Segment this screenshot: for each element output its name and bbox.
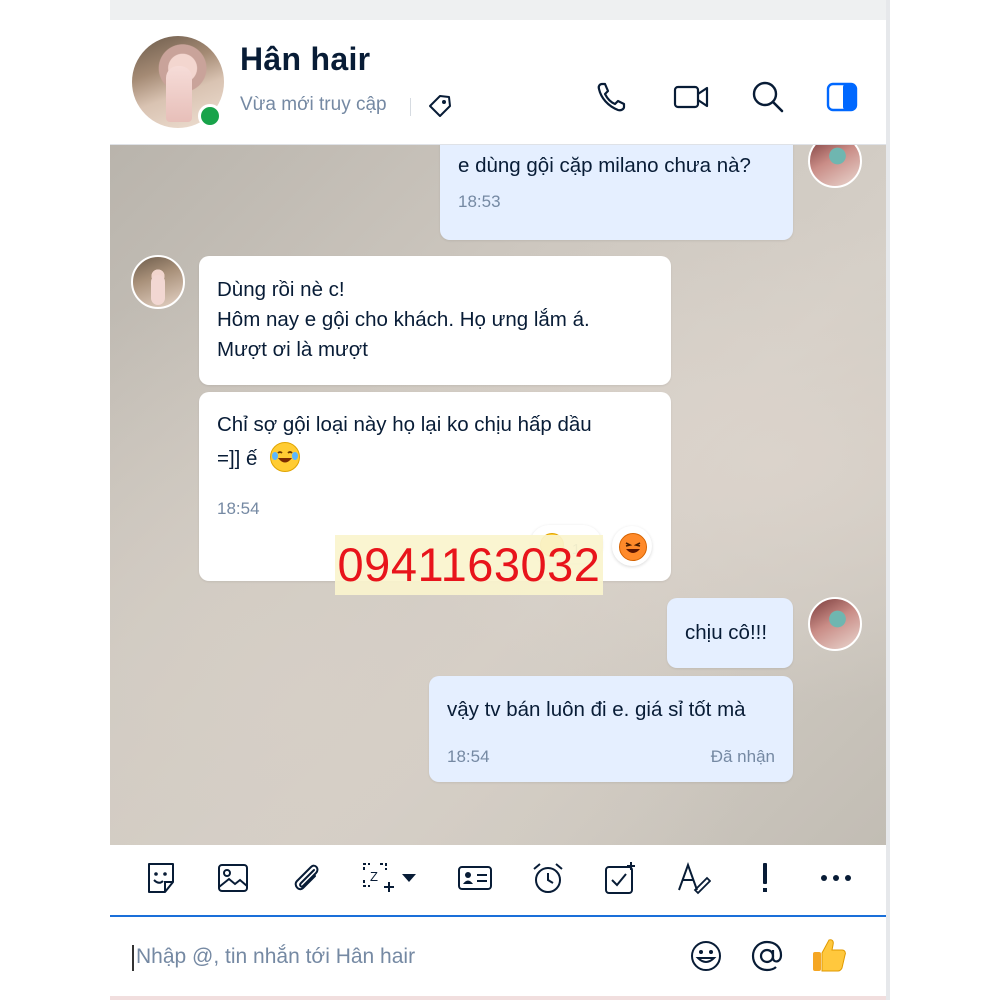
message-bubble-incoming[interactable]: Dùng rồi nè c! Hôm nay e gội cho khách. … <box>199 256 671 385</box>
message-time: 18:53 <box>458 192 501 211</box>
message-bubble-outgoing[interactable]: vậy tv bán luôn đi e. giá sỉ tốt mà 18:5… <box>429 676 793 782</box>
composer-toolbar: Z <box>110 845 886 917</box>
sidebar-toggle-icon[interactable] <box>824 79 860 115</box>
message-text: Chỉ sợ gội loại này họ lại ko chịu hấp d… <box>217 413 592 436</box>
more-icon[interactable] <box>818 860 854 896</box>
chat-header: Hân hair Vừa mới truy cập <box>110 20 886 145</box>
thumbs-up-icon[interactable] <box>810 936 848 974</box>
top-strip <box>110 0 886 20</box>
add-reaction-button[interactable] <box>612 526 652 566</box>
message-text: =]] ế <box>217 447 258 470</box>
message-text: Hôm nay e gội cho khách. Họ ưng lắm á. <box>217 308 590 331</box>
laughing-tears-emoji <box>270 442 300 472</box>
tag-icon[interactable] <box>426 92 454 120</box>
svg-text:Z: Z <box>370 869 378 884</box>
video-call-icon[interactable] <box>673 79 709 115</box>
contact-avatar-small[interactable] <box>131 255 185 309</box>
message-input[interactable]: Nhập @, tin nhắn tới Hân hair <box>136 945 415 969</box>
message-text: vậy tv bán luôn đi e. giá sỉ tốt mà <box>447 698 746 721</box>
phone-icon[interactable] <box>594 79 630 115</box>
sticker-icon[interactable] <box>143 860 179 896</box>
message-composer[interactable]: Nhập @, tin nhắn tới Hân hair <box>110 917 886 1000</box>
screenshot-icon[interactable]: Z <box>360 860 396 896</box>
message-text: chịu cô!!! <box>685 621 768 644</box>
my-avatar[interactable] <box>808 597 862 651</box>
message-text: Mượt ơi là mượt <box>217 338 368 361</box>
online-status-dot <box>198 104 222 128</box>
chat-window: Hân hair Vừa mới truy cập e dùng gội cặp… <box>110 0 886 1000</box>
status-divider <box>410 98 411 116</box>
message-time: 18:54 <box>447 747 490 766</box>
contact-card-icon[interactable] <box>457 860 493 896</box>
search-icon[interactable] <box>750 79 786 115</box>
emoji-icon[interactable] <box>688 938 724 974</box>
message-bubble-outgoing[interactable]: e dùng gội cặp milano chưa nà? 18:53 <box>440 145 793 240</box>
text-format-icon[interactable] <box>675 860 711 896</box>
mention-icon[interactable] <box>749 938 785 974</box>
attachment-icon[interactable] <box>288 860 324 896</box>
text-caret <box>132 945 134 971</box>
message-text: e dùng gội cặp milano chưa nà? <box>458 154 751 177</box>
my-avatar[interactable] <box>808 145 862 188</box>
chevron-down-icon[interactable] <box>400 869 418 887</box>
bottom-strip <box>110 996 886 1000</box>
urgent-icon[interactable] <box>747 860 783 896</box>
message-bubble-outgoing[interactable]: chịu cô!!! <box>667 598 793 668</box>
reminder-icon[interactable] <box>530 860 566 896</box>
laughing-reaction-icon <box>619 533 647 561</box>
contact-name[interactable]: Hân hair <box>240 41 370 78</box>
task-icon[interactable] <box>603 860 639 896</box>
delivery-status: Đã nhận <box>710 747 775 766</box>
phone-number-watermark: 0941163032 <box>335 535 603 595</box>
right-panel-edge <box>886 0 1000 1000</box>
message-time: 18:54 <box>217 499 260 518</box>
message-text: Dùng rồi nè c! <box>217 278 345 301</box>
message-list[interactable]: e dùng gội cặp milano chưa nà? 18:53 Dùn… <box>110 145 886 845</box>
contact-status: Vừa mới truy cập <box>240 94 387 115</box>
image-icon[interactable] <box>215 860 251 896</box>
